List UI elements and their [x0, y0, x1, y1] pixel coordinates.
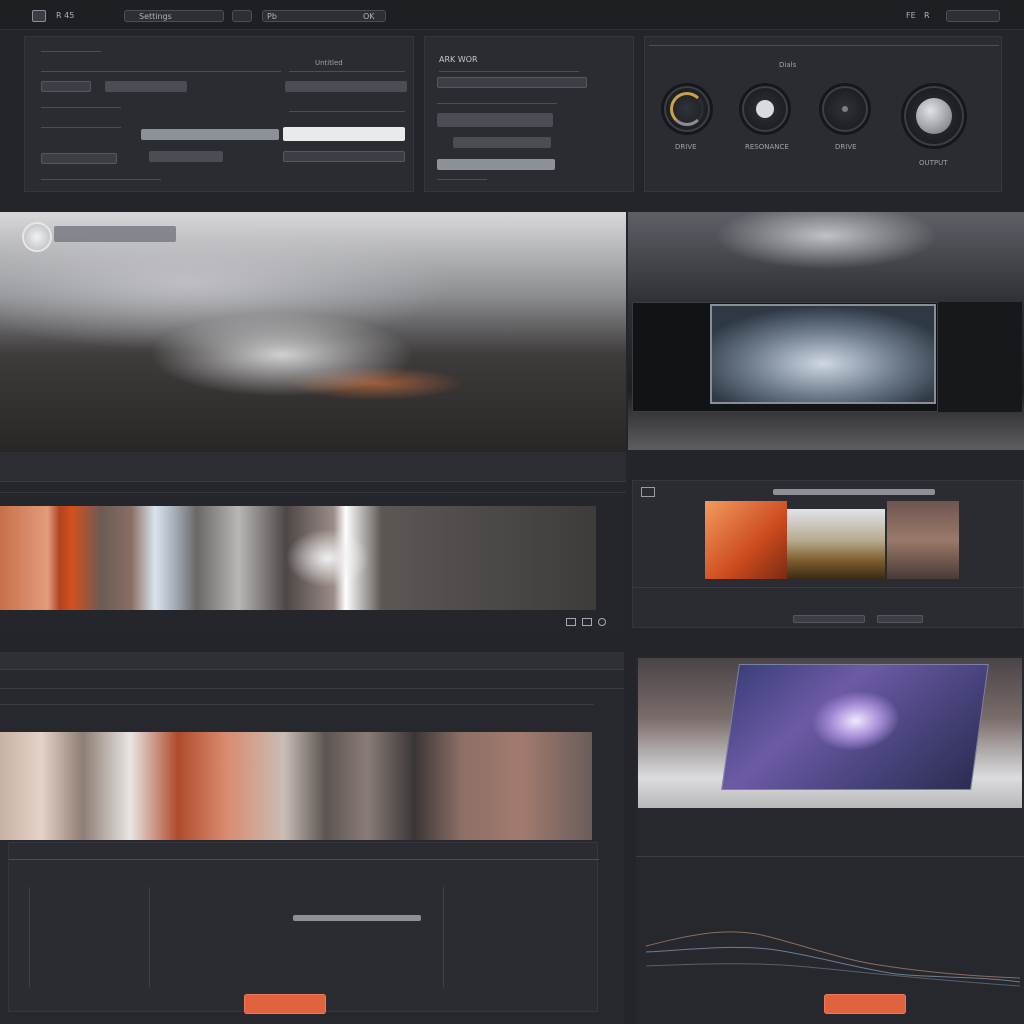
text-field[interactable]: [453, 137, 551, 148]
timeline-panel-2: [632, 480, 1024, 628]
divider: [41, 107, 121, 108]
dial-knob-1[interactable]: [661, 83, 713, 135]
divider: [0, 688, 624, 689]
scrub-bar[interactable]: [773, 489, 935, 495]
field-label: Untitled: [315, 59, 343, 67]
menu-pill-a[interactable]: Settings: [124, 10, 224, 22]
status-b: R: [924, 11, 930, 20]
text-field[interactable]: [437, 113, 553, 127]
divider: [41, 127, 121, 128]
panel-header: ARK WOR: [439, 55, 478, 64]
divider: [636, 856, 1024, 857]
galaxy-screen: [721, 664, 989, 790]
graph-panel: [636, 656, 1024, 1024]
dial-label: OUTPUT: [919, 159, 948, 167]
divider: [437, 179, 487, 180]
divider: [289, 71, 405, 72]
slider-track[interactable]: [437, 159, 555, 170]
editor-tabs: [0, 652, 624, 670]
dark-panel: [938, 302, 1022, 412]
dials-title: Dials: [779, 61, 797, 69]
menu-pill-b[interactable]: Pb OK: [262, 10, 386, 22]
dial-knob-2[interactable]: [739, 83, 791, 135]
monitor-screen: [710, 304, 936, 404]
text-field[interactable]: [285, 81, 407, 92]
folder-icon[interactable]: [582, 618, 592, 626]
divider: [633, 587, 1024, 588]
preview-image-galaxy[interactable]: [638, 658, 1022, 808]
dial-label: DRIVE: [675, 143, 697, 151]
waveform-graph: [646, 931, 1020, 987]
preview-image-main[interactable]: [0, 212, 626, 450]
camera-icon[interactable]: [566, 618, 576, 626]
thumbnail-1[interactable]: [705, 501, 787, 579]
properties-panel: Untitled: [24, 36, 414, 192]
curve-b: [646, 946, 1020, 983]
dial-knob-3[interactable]: [819, 83, 871, 135]
divider: [0, 704, 594, 705]
thumbnail-3[interactable]: [887, 501, 959, 579]
options-panel: ARK WOR: [424, 36, 634, 192]
slider-track[interactable]: [141, 129, 279, 140]
clip-strip[interactable]: [0, 506, 596, 610]
dropdown[interactable]: [41, 153, 117, 164]
divider: [41, 51, 101, 52]
divider: [41, 71, 281, 72]
parameter-grid: [8, 842, 599, 1012]
curve-a: [646, 931, 1020, 979]
dials-panel: Dials DRIVE RESONANCE DRIVE OUTPUT: [644, 36, 1002, 192]
status-a: FE: [906, 11, 916, 20]
app-icon[interactable]: [32, 10, 46, 22]
overlay-label: [54, 226, 176, 242]
divider: [0, 492, 626, 493]
divider: [437, 103, 557, 104]
app-label: R 45: [56, 11, 75, 20]
timeline-toolbar: [0, 452, 626, 482]
text-field[interactable]: [41, 81, 91, 92]
param-column-4: [443, 887, 573, 987]
menu-pill-small[interactable]: [232, 10, 252, 22]
dial-label: DRIVE: [835, 143, 857, 151]
divider: [649, 45, 999, 46]
divider: [289, 111, 405, 112]
settings-icon[interactable]: [598, 618, 606, 626]
confirm-button[interactable]: [824, 994, 906, 1014]
param-column-1: [29, 887, 139, 987]
divider: [439, 71, 579, 72]
clip-strip-people[interactable]: [0, 732, 592, 840]
text-field[interactable]: [793, 615, 865, 623]
slider-track[interactable]: [293, 915, 421, 921]
avatar[interactable]: [22, 222, 52, 252]
text-field[interactable]: [149, 151, 223, 162]
top-toolbar: R 45 Settings Pb OK FE R: [0, 0, 1024, 30]
preview-image-monitor[interactable]: [628, 212, 1024, 450]
text-field[interactable]: [437, 77, 587, 88]
divider: [41, 179, 161, 180]
timeline-panel-1: [0, 452, 626, 630]
thumbnail-2[interactable]: [787, 509, 885, 579]
dropdown[interactable]: [283, 151, 405, 162]
dial-label: RESONANCE: [745, 143, 789, 151]
dial-knob-4[interactable]: [901, 83, 967, 149]
text-field[interactable]: [877, 615, 923, 623]
editor-panel: [0, 652, 624, 1024]
param-column-2: [149, 887, 279, 987]
window-control-pill[interactable]: [946, 10, 1000, 22]
apply-button[interactable]: [244, 994, 326, 1014]
film-icon[interactable]: [641, 487, 655, 497]
text-input[interactable]: [283, 127, 405, 141]
text-field[interactable]: [105, 81, 187, 92]
